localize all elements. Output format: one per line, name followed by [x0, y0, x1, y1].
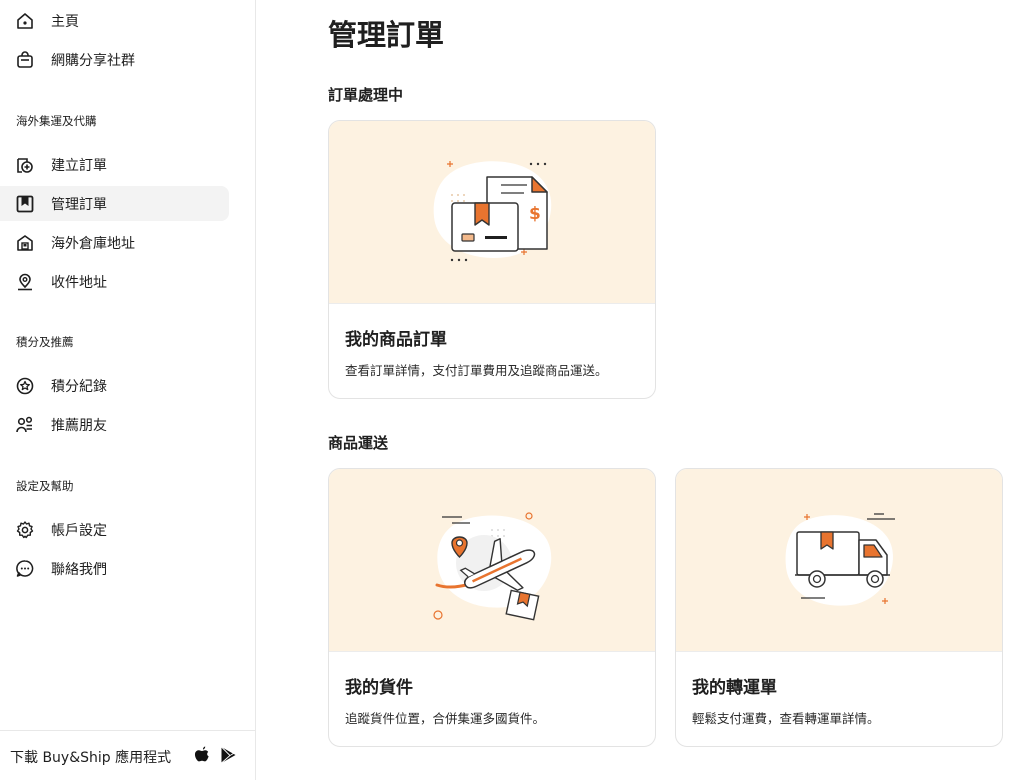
- card-description: 查看訂單詳情，支付訂單費用及追蹤商品運送。: [345, 363, 608, 378]
- sidebar: 主頁 網購分享社群 海外集運及代購 建立訂單 管理訂單 海外倉庫地址 收件地址 …: [0, 0, 256, 780]
- orders-illustration: $: [433, 161, 552, 262]
- bookmark-icon: [16, 195, 34, 213]
- sidebar-item-label: 管理訂單: [51, 196, 107, 213]
- truck-illustration: [785, 513, 895, 606]
- card-my-forwarding-orders[interactable]: 我的轉運單 輕鬆支付運費，查看轉運單詳情。: [675, 468, 1003, 747]
- sidebar-item-address[interactable]: 收件地址: [0, 264, 229, 299]
- section-title-shipping: 商品運送: [328, 434, 389, 452]
- card-title: 我的貨件: [345, 678, 413, 698]
- star-badge-icon: [16, 377, 34, 395]
- card-description: 輕鬆支付運費，查看轉運單詳情。: [692, 711, 880, 726]
- sidebar-item-home[interactable]: 主頁: [0, 3, 229, 38]
- sidebar-item-label: 海外倉庫地址: [51, 235, 135, 252]
- sidebar-item-label: 主頁: [51, 13, 79, 30]
- card-illustration: $: [329, 121, 655, 304]
- sidebar-item-label: 帳戶設定: [51, 522, 107, 539]
- shopping-bag-icon: [17, 51, 33, 68]
- card-illustration: [676, 469, 1002, 652]
- sidebar-item-points[interactable]: 積分紀錄: [0, 368, 229, 403]
- sidebar-section-title: 積分及推薦: [16, 335, 74, 349]
- sidebar-section-title: 海外集運及代購: [16, 114, 97, 128]
- download-app-label: 下載 Buy&Ship 應用程式: [10, 750, 172, 766]
- card-description: 追蹤貨件位置，合併集運多國貨件。: [345, 711, 546, 726]
- shipment-illustration: [433, 512, 552, 621]
- people-icon: [16, 416, 33, 433]
- sidebar-item-label: 收件地址: [51, 274, 107, 291]
- sidebar-item-community[interactable]: 網購分享社群: [0, 42, 229, 77]
- sidebar-item-warehouse[interactable]: 海外倉庫地址: [0, 225, 229, 260]
- sidebar-item-account-settings[interactable]: 帳戶設定: [0, 512, 229, 547]
- sidebar-section-title: 設定及幫助: [16, 479, 74, 493]
- sidebar-item-label: 聯絡我們: [51, 561, 107, 578]
- sidebar-item-label: 積分紀錄: [51, 378, 107, 395]
- location-pin-icon: [18, 273, 32, 291]
- sidebar-item-label: 網購分享社群: [51, 52, 135, 69]
- warehouse-icon: [17, 235, 33, 251]
- download-app-bar: 下載 Buy&Ship 應用程式: [0, 730, 256, 780]
- card-my-shipments[interactable]: 我的貨件 追蹤貨件位置，合併集運多國貨件。: [328, 468, 656, 747]
- sidebar-item-contact-us[interactable]: 聯絡我們: [0, 551, 229, 586]
- sidebar-item-label: 建立訂單: [51, 157, 107, 174]
- sidebar-item-referral[interactable]: 推薦朋友: [0, 407, 229, 442]
- gear-icon: [16, 521, 34, 539]
- sidebar-item-create-order[interactable]: 建立訂單: [0, 147, 229, 182]
- card-my-product-orders[interactable]: $ 我的商品訂單 查看訂單詳情，支付訂單費用及追蹤商品運送。: [328, 120, 656, 399]
- chat-icon: [16, 560, 34, 577]
- sidebar-item-label: 推薦朋友: [51, 417, 107, 434]
- sidebar-item-manage-orders[interactable]: 管理訂單: [0, 186, 229, 221]
- section-title-processing: 訂單處理中: [328, 86, 404, 104]
- home-icon: [17, 13, 33, 29]
- page-title: 管理訂單: [328, 18, 445, 52]
- apple-icon[interactable]: [194, 746, 210, 764]
- card-title: 我的商品訂單: [345, 330, 447, 350]
- card-title: 我的轉運單: [692, 678, 777, 698]
- card-illustration: [329, 469, 655, 652]
- add-order-icon: [17, 158, 33, 173]
- google-play-icon[interactable]: [220, 746, 237, 764]
- svg-text:$: $: [529, 204, 541, 224]
